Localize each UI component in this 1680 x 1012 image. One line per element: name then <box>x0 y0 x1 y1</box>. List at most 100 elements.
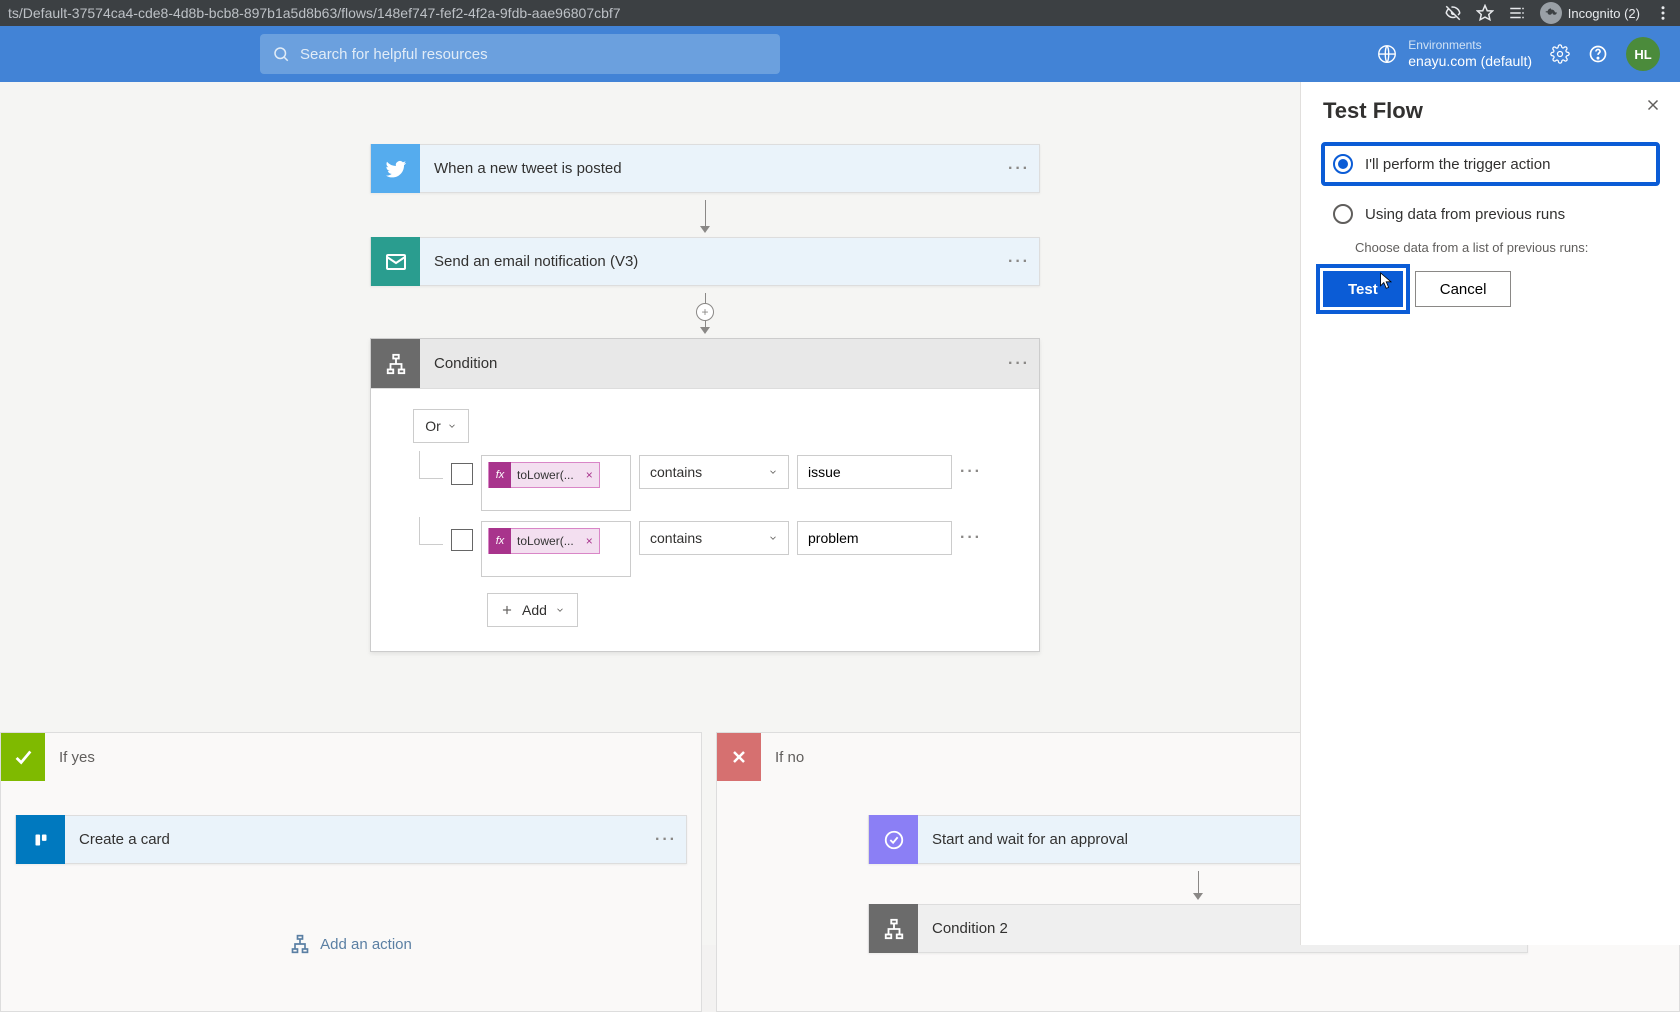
email-card[interactable]: Send an email notification (V3) ··· <box>370 237 1040 286</box>
card-menu-icon[interactable]: ··· <box>999 160 1039 178</box>
add-action-button[interactable]: Add an action <box>290 934 412 954</box>
close-icon <box>717 733 761 781</box>
option-subtext: Choose data from a list of previous runs… <box>1355 240 1658 255</box>
star-icon[interactable] <box>1476 4 1494 22</box>
search-icon <box>272 45 290 63</box>
condition-header[interactable]: Condition ··· <box>371 339 1039 389</box>
token-label: toLower(... <box>511 468 580 482</box>
condition-body: Or fx toLower(... × <box>371 389 1039 651</box>
app-header: Environments enayu.com (default) HL <box>0 26 1680 82</box>
value-right-input[interactable] <box>797 455 952 489</box>
row-checkbox[interactable] <box>451 529 473 551</box>
if-no-label: If no <box>761 749 804 766</box>
email-title: Send an email notification (V3) <box>420 253 999 270</box>
if-yes-branch: If yes Create a card ··· Add an action <box>0 732 702 1012</box>
reading-list-icon[interactable] <box>1508 4 1526 22</box>
option-previous-runs[interactable]: Using data from previous runs <box>1323 194 1658 234</box>
add-step-button[interactable]: + <box>696 303 714 321</box>
token-label: toLower(... <box>511 534 580 548</box>
panel-title: Test Flow <box>1323 98 1658 124</box>
flow-column: When a new tweet is posted ··· Send an e… <box>370 144 1040 652</box>
header-right: Environments enayu.com (default) HL <box>1376 37 1660 71</box>
card-menu-icon[interactable]: ··· <box>646 831 686 849</box>
option-label: Using data from previous runs <box>1365 206 1565 223</box>
condition-row: fx toLower(... × contains ··· <box>413 521 997 577</box>
fx-icon: fx <box>489 462 511 488</box>
help-icon[interactable] <box>1588 44 1608 64</box>
cancel-button[interactable]: Cancel <box>1415 271 1512 307</box>
card-menu-icon[interactable]: ··· <box>999 253 1039 271</box>
trello-icon <box>16 815 65 864</box>
option-manual-trigger[interactable]: I'll perform the trigger action <box>1323 144 1658 184</box>
if-yes-header: If yes <box>1 733 701 781</box>
value-left-box[interactable]: fx toLower(... × <box>481 521 631 577</box>
plus-icon <box>500 603 514 617</box>
approval-icon <box>869 815 918 864</box>
incognito-badge[interactable]: Incognito (2) <box>1540 2 1640 24</box>
row-menu-icon[interactable]: ··· <box>960 529 982 547</box>
flow-arrow <box>1198 864 1199 904</box>
group-operator-dropdown[interactable]: Or <box>413 409 469 443</box>
settings-icon[interactable] <box>1550 44 1570 64</box>
test-button[interactable]: Test <box>1323 271 1403 307</box>
value-left-box[interactable]: fx toLower(... × <box>481 455 631 511</box>
if-yes-label: If yes <box>45 749 95 766</box>
radio-icon <box>1333 154 1353 174</box>
value-right-input[interactable] <box>797 521 952 555</box>
chevron-down-icon <box>447 421 457 431</box>
operator-dropdown[interactable]: contains <box>639 521 789 555</box>
user-avatar[interactable]: HL <box>1626 37 1660 71</box>
flow-arrow <box>705 193 706 237</box>
test-flow-panel: Test Flow I'll perform the trigger actio… <box>1300 82 1680 945</box>
radio-icon <box>1333 204 1353 224</box>
row-menu-icon[interactable]: ··· <box>960 463 982 481</box>
panel-actions: Test Cancel <box>1323 271 1658 307</box>
environment-icon <box>1376 43 1398 65</box>
check-icon <box>1 733 45 781</box>
chevron-down-icon <box>768 467 778 477</box>
operator-label: contains <box>650 530 702 546</box>
url-text: ts/Default-37574ca4-cde8-4d8b-bcb8-897b1… <box>8 5 621 21</box>
expression-token[interactable]: fx toLower(... × <box>488 462 600 488</box>
condition-card[interactable]: Condition ··· Or fx t <box>370 338 1040 652</box>
add-action-icon <box>290 934 310 954</box>
condition-rows: fx toLower(... × contains ··· <box>413 455 997 577</box>
card-menu-icon[interactable]: ··· <box>999 355 1039 373</box>
trello-title: Create a card <box>65 831 646 848</box>
tree-line <box>419 517 443 545</box>
env-label: Environments <box>1408 38 1532 52</box>
operator-dropdown[interactable]: contains <box>639 455 789 489</box>
eye-off-icon[interactable] <box>1444 4 1462 22</box>
environment-selector[interactable]: Environments enayu.com (default) <box>1376 38 1532 69</box>
env-name: enayu.com (default) <box>1408 53 1532 70</box>
row-checkbox[interactable] <box>451 463 473 485</box>
expression-token[interactable]: fx toLower(... × <box>488 528 600 554</box>
search-input[interactable] <box>300 46 768 63</box>
chevron-down-icon <box>555 605 565 615</box>
incognito-icon <box>1540 2 1562 24</box>
condition-icon <box>869 904 918 953</box>
trigger-card[interactable]: When a new tweet is posted ··· <box>370 144 1040 193</box>
search-box[interactable] <box>260 34 780 74</box>
browser-bar: ts/Default-37574ca4-cde8-4d8b-bcb8-897b1… <box>0 0 1680 26</box>
token-remove-icon[interactable]: × <box>580 468 599 482</box>
add-label: Add <box>522 602 547 618</box>
group-operator-label: Or <box>425 418 441 434</box>
trello-card[interactable]: Create a card ··· <box>15 815 687 864</box>
fx-icon: fx <box>489 528 511 554</box>
condition-row: fx toLower(... × contains ··· <box>413 455 997 511</box>
panel-close-icon[interactable] <box>1644 96 1662 114</box>
flow-arrow-add: + <box>705 286 706 338</box>
incognito-label: Incognito (2) <box>1568 6 1640 21</box>
condition-title: Condition <box>420 355 999 372</box>
browser-menu-icon[interactable] <box>1654 4 1672 22</box>
add-condition-button[interactable]: Add <box>487 593 578 627</box>
test-options: I'll perform the trigger action Using da… <box>1323 144 1658 255</box>
trigger-title: When a new tweet is posted <box>420 160 999 177</box>
twitter-icon <box>371 144 420 193</box>
option-label: I'll perform the trigger action <box>1365 156 1550 173</box>
operator-label: contains <box>650 464 702 480</box>
user-initials: HL <box>1634 47 1651 62</box>
condition-icon <box>371 339 420 388</box>
token-remove-icon[interactable]: × <box>580 534 599 548</box>
